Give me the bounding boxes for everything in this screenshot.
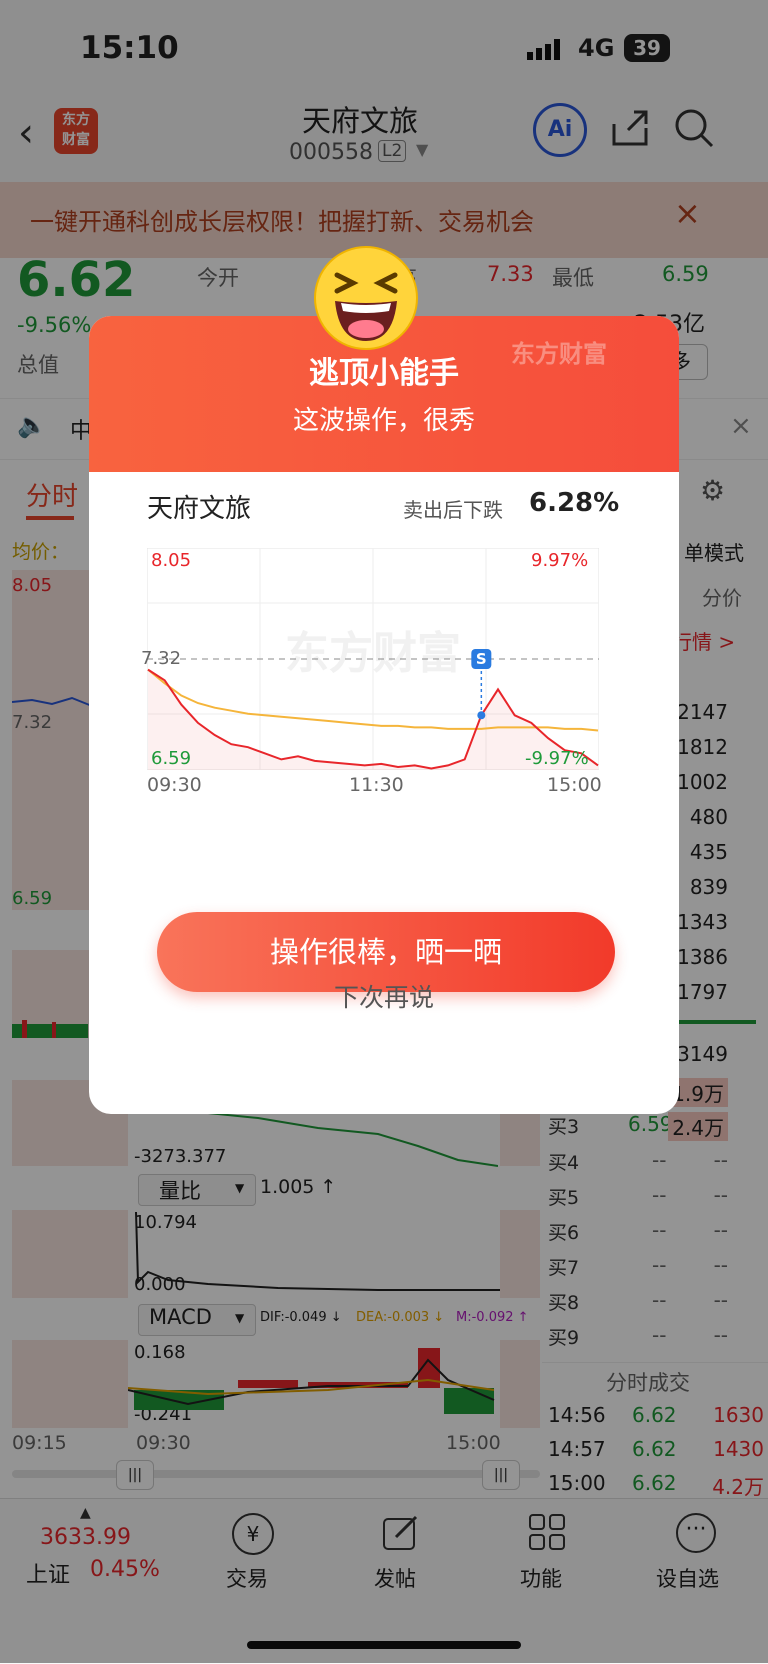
laughing-emoji-icon: [313, 245, 419, 351]
x-label: 15:00: [547, 774, 602, 796]
modal-stock-name: 天府文旅: [147, 494, 252, 524]
chart-watermark: 东方财富: [285, 628, 461, 679]
sell-marker-label: S: [476, 650, 487, 668]
modal-subtitle: 这波操作，很秀: [292, 406, 475, 436]
chart-hi-pct: 9.97%: [531, 550, 589, 571]
chart-ref: 7.32: [141, 648, 182, 669]
chart-hi: 8.05: [151, 550, 192, 571]
drop-value: 6.28%: [529, 488, 620, 518]
chart-lo: 6.59: [151, 748, 192, 769]
modal-title: 逃顶小能手: [309, 356, 459, 391]
top-escape-modal: 东方财富 逃顶小能手 这波操作，很秀 天府文旅 卖出后下跌 6.28% 东方财富…: [89, 316, 679, 1114]
chart-lo-pct: -9.97%: [525, 748, 589, 769]
sell-chart: 东方财富 S: [147, 548, 599, 770]
drop-label: 卖出后下跌: [403, 498, 503, 522]
x-label: 09:30: [147, 774, 202, 796]
dismiss-link[interactable]: 下次再说: [89, 978, 679, 1014]
x-label: 11:30: [349, 774, 404, 796]
